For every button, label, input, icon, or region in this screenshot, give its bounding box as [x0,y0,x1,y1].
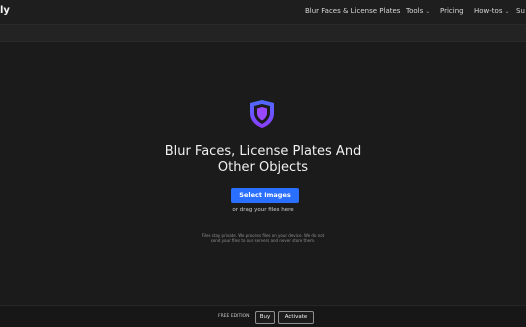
nav-item-support[interactable]: Su [516,6,525,16]
nav-item-tools[interactable]: Tools ⌄ [406,6,430,17]
nav-label: Tools [406,7,424,15]
privacy-line-2: send your files to our servers and never… [210,238,316,243]
shield-icon [249,99,275,129]
nav-item-how-tos[interactable]: How-tos ⌄ [474,6,510,17]
nav-label: Pricing [440,7,464,15]
nav-item-blur-faces[interactable]: Blur Faces & License Plates [305,6,400,16]
nav-label: Su [516,7,525,15]
chevron-down-icon: ⌄ [425,8,431,15]
chevron-down-icon: ⌄ [504,8,510,15]
activate-button[interactable]: Activate [278,311,314,324]
top-navigation-bar: ly Blur Faces & License Plates Tools ⌄ Pr… [0,0,526,25]
main-nav: Blur Faces & License Plates Tools ⌄ Prici… [0,6,526,20]
nav-item-pricing[interactable]: Pricing [440,6,464,16]
privacy-notice: Files stay private. We process files on … [183,233,343,243]
nav-label: Blur Faces & License Plates [305,7,401,15]
secondary-bar [0,25,526,42]
footer-bar: FREE EDITION Buy Activate [0,305,526,327]
select-images-button[interactable]: Select Images [231,188,299,203]
title-line-1: Blur Faces, License Plates And [164,144,362,159]
nav-label: How-tos [474,7,503,15]
edition-label: FREE EDITION [218,314,250,319]
page-title: Blur Faces, License Plates And Other Obj… [0,144,526,176]
title-line-2: Other Objects [217,160,309,175]
buy-button[interactable]: Buy [255,311,275,324]
drag-drop-hint: or drag your files here [232,207,294,213]
